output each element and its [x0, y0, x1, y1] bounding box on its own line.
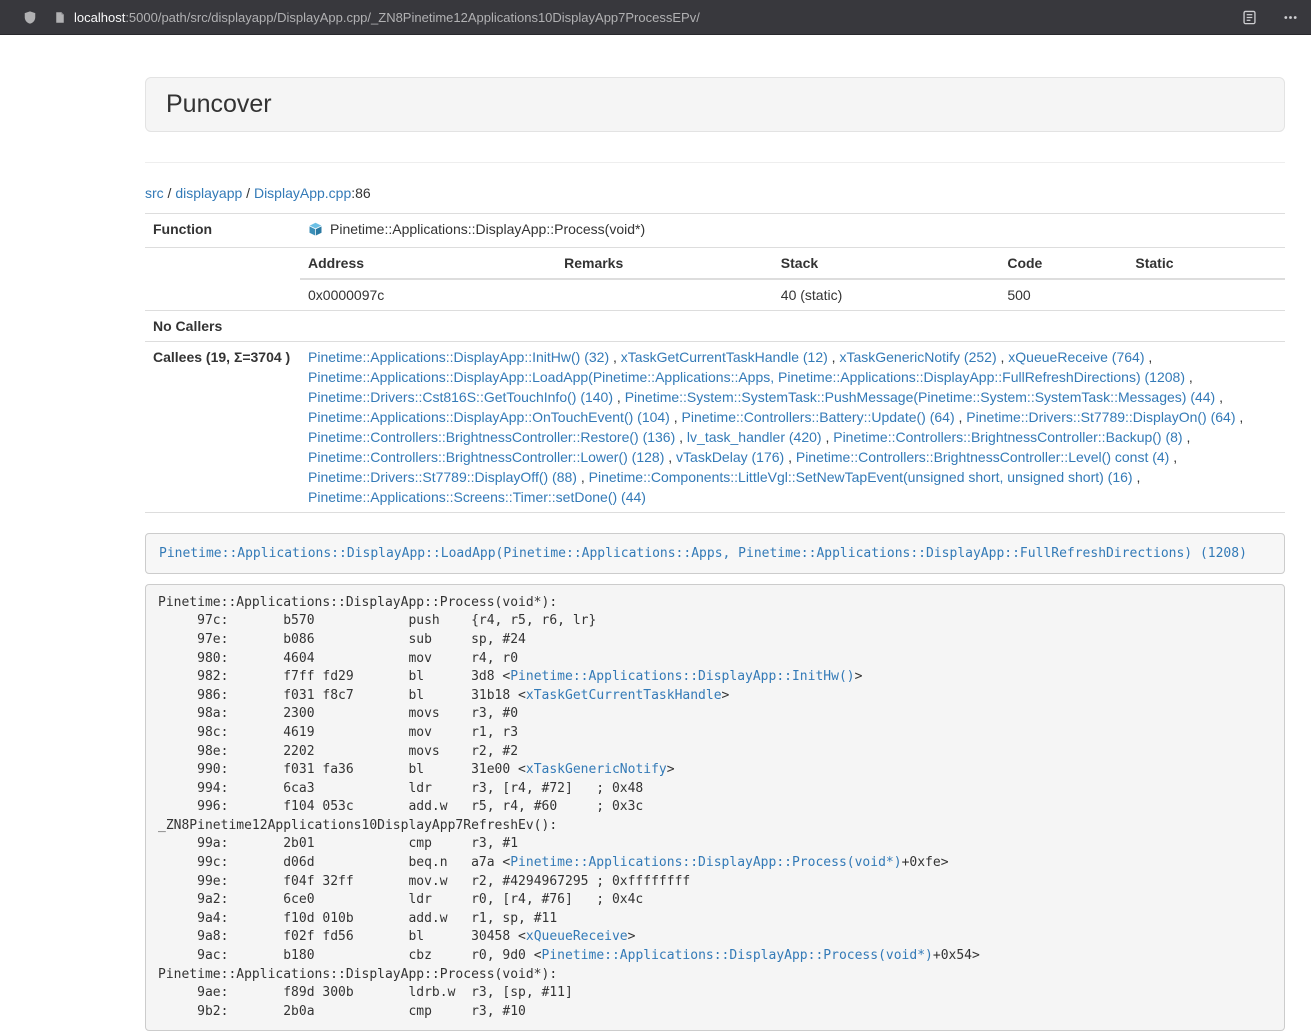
callee-link[interactable]: Pinetime::Controllers::BrightnessControl… — [833, 429, 1182, 445]
no-callers-row: No Callers — [145, 310, 1285, 341]
callee-separator: , — [613, 389, 625, 405]
url-bar[interactable]: localhost:5000/path/src/displayapp/Displ… — [74, 10, 1242, 25]
url-host: localhost — [74, 10, 125, 25]
breadcrumb: src / displayapp / DisplayApp.cpp:86 — [145, 183, 1285, 203]
code-symbol-link[interactable]: xTaskGetCurrentTaskHandle — [526, 688, 722, 703]
callee-separator: , — [1169, 449, 1177, 465]
callee-separator: , — [822, 429, 834, 445]
callee-separator: , — [955, 409, 967, 425]
callees-label: Callees (19, Σ=3704 ) — [145, 341, 300, 512]
callee-link[interactable]: Pinetime::System::SystemTask::PushMessag… — [625, 389, 1216, 405]
callees-list: Pinetime::Applications::DisplayApp::Init… — [300, 341, 1285, 512]
breadcrumb-line-number: :86 — [351, 185, 370, 201]
stack-value: 40 (static) — [773, 279, 1000, 310]
breadcrumb-link[interactable]: displayapp — [175, 185, 242, 201]
callee-link[interactable]: Pinetime::Applications::DisplayApp::OnTo… — [308, 409, 670, 425]
url-path: :5000/path/src/displayapp/DisplayApp.cpp… — [125, 10, 700, 25]
shield-icon[interactable] — [23, 10, 37, 25]
overflow-menu-icon[interactable] — [1283, 10, 1298, 25]
callees-row: Callees (19, Σ=3704 ) Pinetime::Applicat… — [145, 341, 1285, 512]
callee-link[interactable]: vTaskDelay (176) — [676, 449, 784, 465]
code-symbol-link[interactable]: xTaskGenericNotify — [526, 762, 667, 777]
function-row: Function Pinetime::Applications::Display… — [145, 213, 1285, 247]
callee-link[interactable]: Pinetime::Controllers::Battery::Update()… — [682, 409, 955, 425]
col-code: Code — [999, 248, 1127, 279]
callee-separator: , — [1215, 389, 1223, 405]
callee-link[interactable]: Pinetime::Drivers::St7789::DisplayOn() (… — [966, 409, 1235, 425]
callee-link[interactable]: lv_task_handler (420) — [687, 429, 822, 445]
callee-separator: , — [1183, 429, 1191, 445]
reader-mode-icon[interactable] — [1242, 10, 1257, 25]
remarks-value — [556, 279, 773, 310]
code-symbol-link[interactable]: Pinetime::Applications::DisplayApp::Init… — [510, 669, 854, 684]
main-content: Puncover src / displayapp / DisplayApp.c… — [145, 77, 1285, 1031]
callee-link[interactable]: Pinetime::Applications::DisplayApp::Init… — [308, 349, 609, 365]
callee-separator: , — [1236, 409, 1244, 425]
browser-toolbar: localhost:5000/path/src/displayapp/Displ… — [0, 0, 1311, 35]
code-symbol-link[interactable]: Pinetime::Applications::DisplayApp::Proc… — [542, 948, 933, 963]
callee-link[interactable]: Pinetime::Applications::Screens::Timer::… — [308, 489, 646, 505]
callee-separator: , — [1133, 469, 1141, 485]
header-divider — [145, 162, 1285, 163]
breadcrumb-separator: / — [242, 185, 254, 201]
callee-separator: , — [784, 449, 796, 465]
callee-link[interactable]: Pinetime::Applications::DisplayApp::Load… — [308, 369, 1185, 385]
callee-link[interactable]: Pinetime::Components::LittleVgl::SetNewT… — [589, 469, 1133, 485]
code-symbol-link[interactable]: xQueueReceive — [526, 929, 628, 944]
selected-symbol-box: Pinetime::Applications::DisplayApp::Load… — [145, 533, 1285, 574]
stats-table: Address Remarks Stack Code Static 0x0000… — [300, 248, 1285, 310]
no-callers-label: No Callers — [145, 310, 300, 341]
col-address: Address — [300, 248, 556, 279]
selected-symbol-link[interactable]: Pinetime::Applications::DisplayApp::Load… — [159, 546, 1247, 561]
callee-separator: , — [675, 429, 687, 445]
code-value: 500 — [999, 279, 1127, 310]
callee-link[interactable]: Pinetime::Drivers::St7789::DisplayOff() … — [308, 469, 577, 485]
disassembly-code: Pinetime::Applications::DisplayApp::Proc… — [145, 584, 1285, 1031]
callee-separator: , — [828, 349, 840, 365]
callee-separator: , — [670, 409, 682, 425]
app-header: Puncover — [145, 77, 1285, 132]
function-table: Function Pinetime::Applications::Display… — [145, 213, 1285, 513]
function-row-label: Function — [145, 213, 300, 247]
breadcrumb-link[interactable]: DisplayApp.cpp — [254, 185, 351, 201]
callee-link[interactable]: Pinetime::Controllers::BrightnessControl… — [308, 449, 664, 465]
address-value: 0x0000097c — [300, 279, 556, 310]
col-static: Static — [1127, 248, 1285, 279]
breadcrumb-separator: / — [164, 185, 176, 201]
callee-link[interactable]: xQueueReceive (764) — [1008, 349, 1144, 365]
stats-value-row: 0x0000097c 40 (static) 500 — [300, 279, 1285, 310]
callee-separator: , — [1185, 369, 1193, 385]
page-title: Puncover — [166, 90, 1264, 119]
callee-link[interactable]: xTaskGenericNotify (252) — [839, 349, 996, 365]
function-icon — [308, 222, 323, 242]
callee-link[interactable]: Pinetime::Drivers::Cst816S::GetTouchInfo… — [308, 389, 613, 405]
col-remarks: Remarks — [556, 248, 773, 279]
stats-row: Address Remarks Stack Code Static 0x0000… — [145, 247, 1285, 310]
callee-separator: , — [1144, 349, 1152, 365]
callee-link[interactable]: xTaskGetCurrentTaskHandle (12) — [621, 349, 828, 365]
callee-separator: , — [577, 469, 589, 485]
callee-link[interactable]: Pinetime::Controllers::BrightnessControl… — [796, 449, 1169, 465]
breadcrumb-link[interactable]: src — [145, 185, 164, 201]
stats-header-row: Address Remarks Stack Code Static — [300, 248, 1285, 279]
function-name: Pinetime::Applications::DisplayApp::Proc… — [330, 221, 645, 237]
col-stack: Stack — [773, 248, 1000, 279]
page-icon[interactable] — [54, 11, 66, 24]
callee-separator: , — [609, 349, 621, 365]
callee-separator: , — [664, 449, 676, 465]
callee-link[interactable]: Pinetime::Controllers::BrightnessControl… — [308, 429, 675, 445]
callee-separator: , — [997, 349, 1009, 365]
code-symbol-link[interactable]: Pinetime::Applications::DisplayApp::Proc… — [510, 855, 901, 870]
static-value — [1127, 279, 1285, 310]
